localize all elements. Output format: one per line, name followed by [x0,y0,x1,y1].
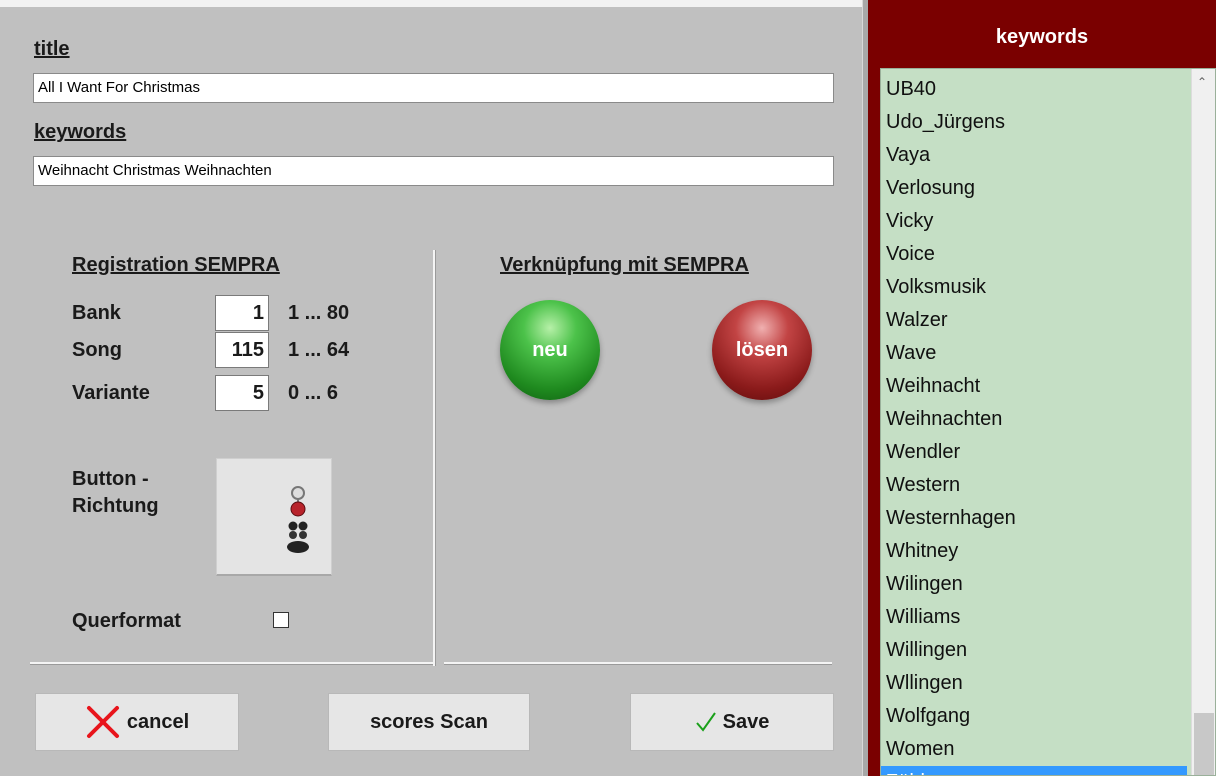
list-item[interactable]: Volksmusik [881,271,1187,304]
list-item[interactable]: Vicky [881,205,1187,238]
list-item[interactable]: Williams [881,601,1187,634]
list-item[interactable]: Weihnachten [881,403,1187,436]
bank-input[interactable]: 1 [215,295,269,331]
new-link-button[interactable]: neu [500,300,600,400]
top-border [0,0,862,7]
list-item[interactable]: UB40 [881,73,1187,106]
bank-range: 1 ... 80 [288,302,350,324]
list-item[interactable]: Women [881,733,1187,766]
title-input[interactable]: All I Want For Christmas [33,73,834,103]
button-direction-icon [287,486,309,553]
keywords-list[interactable]: UB40 Udo_Jürgens Vaya Verlosung Vicky Voice Vo… [880,68,1216,776]
song-input[interactable]: 115 [215,332,269,368]
list-item[interactable]: Zähler [881,766,1187,775]
keywords-scrollbar[interactable]: ⌃ [1191,69,1215,775]
remove-link-label: lösen [735,338,789,361]
keywords-panel: keywords UB40 Udo_Jürgens Vaya Verlosung Vic… [868,0,1216,776]
list-item[interactable]: Willingen [881,634,1187,667]
cancel-label: cancel [126,710,190,733]
button-direction-label-2: Richtung [72,495,159,517]
link-heading: Verknüpfung mit SEMPRA [500,254,749,276]
scrollbar-thumb[interactable] [1194,713,1214,775]
list-item[interactable]: Voice [881,238,1187,271]
save-label: Save [722,710,770,733]
vertical-separator [433,250,436,666]
song-label: Song [72,339,122,361]
querformat-label: Querformat [72,610,181,632]
list-item[interactable]: Wolfgang [881,700,1187,733]
list-item[interactable]: Udo_Jürgens [881,106,1187,139]
new-link-label: neu [532,338,568,361]
bank-label: Bank [72,302,121,324]
button-direction-button[interactable] [216,458,332,576]
keywords-list-items: UB40 Udo_Jürgens Vaya Verlosung Vicky Voice Vo… [881,73,1187,775]
list-item[interactable]: Verlosung [881,172,1187,205]
list-item[interactable]: Westernhagen [881,502,1187,535]
list-item[interactable]: Vaya [881,139,1187,172]
querformat-checkbox[interactable] [273,612,289,628]
list-item[interactable]: Weihnacht [881,370,1187,403]
button-direction-label: Button - [72,468,149,490]
title-label: title [34,38,70,60]
variante-label: Variante [72,382,150,404]
keywords-panel-heading: keywords [995,26,1089,48]
cancel-button[interactable]: cancel [35,693,239,751]
list-item[interactable]: Wendler [881,436,1187,469]
list-item[interactable]: Wave [881,337,1187,370]
keywords-label: keywords [34,121,127,143]
scores-scan-label: scores Scan [370,710,488,733]
keywords-input[interactable]: Weihnacht Christmas Weihnachten [33,156,834,186]
checkmark-icon [695,712,716,732]
variante-input[interactable]: 5 [215,375,269,411]
horizontal-separator-left [30,662,433,665]
horizontal-separator-right [444,662,832,665]
remove-link-button[interactable]: lösen [712,300,812,400]
list-item[interactable]: Walzer [881,304,1187,337]
list-item[interactable]: Western [881,469,1187,502]
scores-scan-button[interactable]: scores Scan [328,693,530,751]
list-item[interactable]: Wilingen [881,568,1187,601]
list-item[interactable]: Wllingen [881,667,1187,700]
edit-panel: title All I Want For Christmas keywords … [0,0,862,776]
registration-heading: Registration SEMPRA [72,254,280,276]
scroll-up-icon[interactable]: ⌃ [1197,76,1209,88]
list-item[interactable]: Whitney [881,535,1187,568]
save-button[interactable]: Save [630,693,834,751]
variante-range: 0 ... 6 [288,382,339,404]
close-icon [86,706,119,738]
song-range: 1 ... 64 [288,339,350,361]
